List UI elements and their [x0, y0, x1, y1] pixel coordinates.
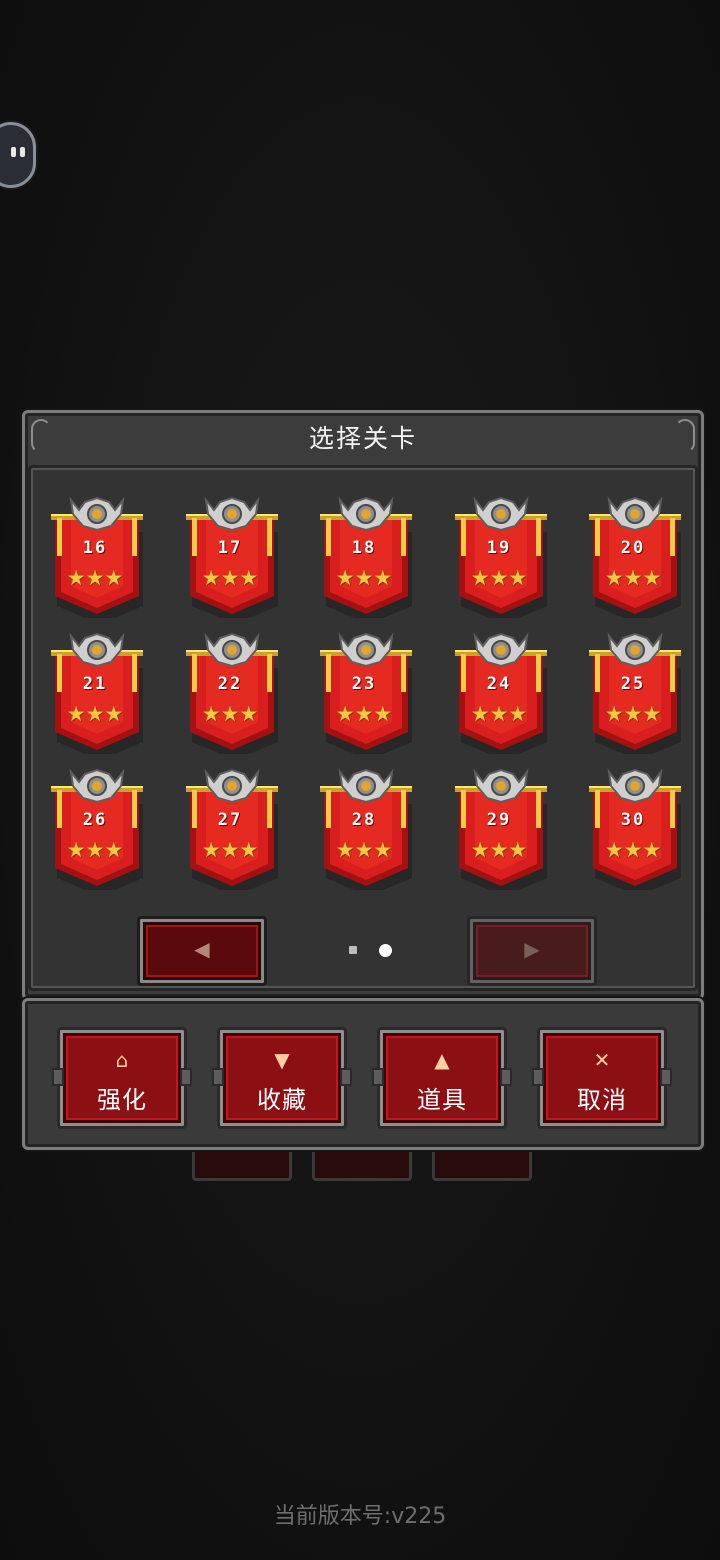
corner-ornament	[675, 419, 695, 453]
upgrade-button[interactable]: ⌂ 强化	[52, 1027, 192, 1129]
action-bar: ⌂ 强化 ▼ 收藏 ▲ 道具 ✕ 取消	[22, 998, 704, 1150]
star-rating: ★★★	[335, 838, 393, 862]
star-rating: ★★★	[470, 566, 528, 590]
level-select-dialog: 选择关卡 16 ★★★ 17 ★★★ 18 ★★★ 19 ★★★ 20 ★★★ …	[22, 410, 704, 1000]
level-number: 22	[217, 674, 243, 694]
level-banner-25[interactable]: 25 ★★★	[583, 632, 687, 754]
collection-label: 收藏	[257, 1086, 307, 1114]
star-rating: ★★★	[66, 702, 124, 726]
star-rating: ★★★	[335, 566, 393, 590]
star-rating: ★★★	[335, 702, 393, 726]
star-rating: ★★★	[470, 838, 528, 862]
game-screen: 选择关卡 16 ★★★ 17 ★★★ 18 ★★★ 19 ★★★ 20 ★★★ …	[0, 0, 720, 1560]
level-banner-18[interactable]: 18 ★★★	[314, 496, 418, 618]
level-number: 17	[217, 538, 243, 558]
star-rating: ★★★	[201, 838, 259, 862]
level-number: 23	[351, 674, 377, 694]
star-rating: ★★★	[604, 566, 662, 590]
arrow-left-icon: ◀	[194, 937, 210, 961]
level-number: 21	[82, 674, 108, 694]
cancel-button[interactable]: ✕ 取消	[532, 1027, 672, 1129]
assistant-eye	[20, 147, 25, 157]
level-number: 30	[620, 810, 646, 830]
level-banner-16[interactable]: 16 ★★★	[45, 496, 149, 618]
cancel-label: 取消	[577, 1086, 627, 1114]
star-rating: ★★★	[201, 702, 259, 726]
level-number: 28	[351, 810, 377, 830]
level-banner-30[interactable]: 30 ★★★	[583, 768, 687, 890]
potion-icon: ▲	[434, 1048, 450, 1072]
goblet-icon: ▼	[274, 1048, 290, 1072]
corner-ornament	[31, 419, 51, 453]
level-banner-21[interactable]: 21 ★★★	[45, 632, 149, 754]
page-indicator-1	[349, 946, 357, 954]
star-rating: ★★★	[201, 566, 259, 590]
level-banner-23[interactable]: 23 ★★★	[314, 632, 418, 754]
assistant-bubble-icon[interactable]	[0, 122, 36, 188]
level-number: 19	[486, 538, 512, 558]
level-number: 27	[217, 810, 243, 830]
next-page-button[interactable]: ▶	[467, 916, 597, 986]
level-banner-22[interactable]: 22 ★★★	[180, 632, 284, 754]
level-number: 26	[82, 810, 108, 830]
level-banner-28[interactable]: 28 ★★★	[314, 768, 418, 890]
level-banner-17[interactable]: 17 ★★★	[180, 496, 284, 618]
level-grid: 16 ★★★ 17 ★★★ 18 ★★★ 19 ★★★ 20 ★★★ 21 ★★…	[28, 465, 698, 991]
items-button[interactable]: ▲ 道具	[372, 1027, 512, 1129]
arrow-right-icon: ▶	[524, 937, 540, 961]
level-number: 18	[351, 538, 377, 558]
upgrade-icon: ⌂	[115, 1048, 129, 1072]
level-number: 20	[620, 538, 646, 558]
level-number: 25	[620, 674, 646, 694]
prev-page-button[interactable]: ◀	[137, 916, 267, 986]
star-rating: ★★★	[66, 838, 124, 862]
assistant-eye	[11, 147, 16, 157]
level-banner-29[interactable]: 29 ★★★	[449, 768, 553, 890]
level-banner-19[interactable]: 19 ★★★	[449, 496, 553, 618]
items-label: 道具	[417, 1086, 467, 1114]
dialog-title: 选择关卡	[308, 424, 417, 453]
level-banner-24[interactable]: 24 ★★★	[449, 632, 553, 754]
star-rating: ★★★	[604, 702, 662, 726]
version-text: 当前版本号:v225	[273, 1504, 447, 1529]
level-number: 24	[486, 674, 512, 694]
upgrade-label: 强化	[97, 1086, 147, 1114]
level-banner-20[interactable]: 20 ★★★	[583, 496, 687, 618]
level-number: 16	[82, 538, 108, 558]
page-indicator-2-active	[379, 944, 392, 957]
level-number: 29	[486, 810, 512, 830]
collection-button[interactable]: ▼ 收藏	[212, 1027, 352, 1129]
close-icon: ✕	[593, 1048, 611, 1072]
star-rating: ★★★	[604, 838, 662, 862]
star-rating: ★★★	[66, 566, 124, 590]
level-banner-27[interactable]: 27 ★★★	[180, 768, 284, 890]
star-rating: ★★★	[470, 702, 528, 726]
level-banner-26[interactable]: 26 ★★★	[45, 768, 149, 890]
